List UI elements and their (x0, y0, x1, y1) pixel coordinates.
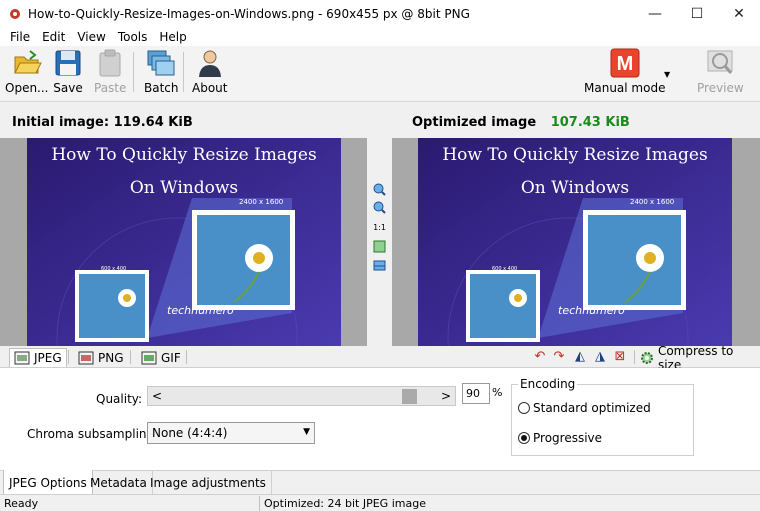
status-bar: Ready Optimized: 24 bit JPEG image (0, 494, 760, 511)
preview-button[interactable]: Preview (697, 48, 744, 98)
encoding-standard-radio[interactable]: Standard optimized (518, 401, 651, 415)
open-button[interactable]: Open... (5, 48, 49, 98)
magnifier-icon (707, 50, 733, 74)
radio-checked-icon (518, 432, 530, 444)
zoom-in-icon[interactable] (372, 182, 387, 197)
menu-edit[interactable]: Edit (36, 30, 71, 44)
quality-slider[interactable]: < > (147, 386, 456, 406)
zoom-toolbar: 1:1 (367, 138, 392, 346)
rotate-right-icon[interactable]: ↷ (552, 350, 566, 364)
chevron-down-icon: ▼ (303, 427, 310, 437)
optimized-image-pane[interactable]: How To Quickly Resize Images On Windows … (392, 138, 760, 346)
toolbar-divider (183, 52, 184, 92)
quality-label: Quality: (96, 392, 143, 406)
chroma-label: Chroma subsampling: (27, 427, 159, 441)
window-title: How-to-Quickly-Resize-Images-on-Windows.… (28, 7, 470, 21)
rotate-left-icon[interactable]: ↶ (533, 350, 547, 364)
floppy-disk-icon (55, 50, 81, 76)
paste-button[interactable]: Paste (94, 48, 126, 98)
app-icon (10, 9, 20, 19)
initial-size-label: Initial image: (12, 115, 110, 130)
close-button[interactable]: ✕ (718, 0, 760, 28)
manual-mode-icon: M (610, 48, 640, 78)
save-button[interactable]: Save (53, 48, 83, 98)
flip-horizontal-icon[interactable]: ◭ (573, 350, 587, 364)
batch-button[interactable]: Batch (144, 48, 179, 98)
mode-button[interactable]: M Manual mode (584, 48, 665, 98)
quality-unit: % (492, 386, 503, 399)
flip-vertical-icon[interactable]: ◮ (593, 350, 607, 364)
slider-left-arrow-icon[interactable]: < (152, 389, 162, 403)
title-bar: How-to-Quickly-Resize-Images-on-Windows.… (0, 0, 760, 28)
slider-thumb[interactable] (402, 389, 418, 404)
options-tabs: JPEG Options Metadata Image adjustments (0, 470, 760, 495)
tab-metadata[interactable]: Metadata (85, 471, 153, 495)
initial-image-pane[interactable]: How To Quickly Resize Images On Windows … (0, 138, 367, 346)
tab-image-adjustments[interactable]: Image adjustments (145, 471, 272, 495)
toolbar-divider (133, 52, 134, 92)
user-info-icon (198, 50, 221, 77)
status-optimized-info: Optimized: 24 bit JPEG image (264, 497, 426, 510)
fit-to-window-icon[interactable] (372, 239, 387, 254)
zoom-out-icon[interactable] (372, 200, 387, 215)
jpeg-file-icon (14, 351, 30, 365)
batch-icon (147, 50, 175, 76)
svg-text:M: M (616, 53, 633, 75)
tab-jpeg-options[interactable]: JPEG Options (3, 470, 93, 495)
png-file-icon (78, 351, 94, 364)
menu-view[interactable]: View (71, 30, 111, 44)
gif-file-icon (141, 351, 157, 364)
chroma-subsampling-select[interactable]: None (4:4:4) ▼ (147, 422, 315, 444)
about-button[interactable]: About (192, 48, 227, 98)
menu-tools[interactable]: Tools (112, 30, 154, 44)
tab-gif[interactable]: GIF (141, 348, 181, 367)
encoding-group (511, 384, 694, 456)
optimized-size-value: 107.43 KiB (550, 115, 630, 130)
status-ready: Ready (4, 497, 39, 510)
compress-to-size-button[interactable]: Compress to size (640, 344, 760, 372)
mode-dropdown-icon[interactable]: ▼ (664, 70, 670, 79)
tab-jpeg[interactable]: JPEG (9, 348, 67, 367)
crop-icon[interactable]: ⊠ (613, 350, 627, 364)
optimized-size-label: Optimized image (412, 115, 537, 130)
tab-png[interactable]: PNG (78, 348, 124, 367)
optimized-image-preview: How To Quickly Resize Images On Windows … (418, 138, 732, 346)
menu-help[interactable]: Help (153, 30, 192, 44)
menu-bar: File Edit View Tools Help (0, 28, 760, 46)
format-toolbar: JPEG PNG GIF ↶ ↷ ◭ ◮ ⊠ Compress to size (0, 344, 760, 372)
slider-right-arrow-icon[interactable]: > (441, 389, 451, 403)
split-view-icon[interactable] (372, 258, 387, 273)
encoding-progressive-radio[interactable]: Progressive (518, 431, 602, 445)
initial-size-value: 119.64 KiB (113, 115, 193, 130)
toolbar: Open... Save Paste Batch About M Manual … (0, 46, 760, 102)
folder-open-icon (13, 50, 42, 74)
clipboard-icon (99, 49, 121, 77)
menu-file[interactable]: File (4, 30, 36, 44)
initial-image-preview: How To Quickly Resize Images On Windows … (27, 138, 341, 346)
maximize-button[interactable]: ☐ (676, 0, 718, 28)
quality-input[interactable]: 90 (462, 383, 490, 404)
gear-icon (640, 351, 653, 364)
encoding-title: Encoding (518, 377, 578, 391)
minimize-button[interactable]: — (634, 0, 676, 28)
zoom-actual-size-button[interactable]: 1:1 (372, 220, 387, 235)
jpeg-options-panel: Quality: < > 90 % Chroma subsampling: No… (0, 368, 760, 470)
radio-unchecked-icon (518, 402, 530, 414)
size-info-bar: Initial image: 119.64 KiB Optimized imag… (0, 110, 760, 136)
